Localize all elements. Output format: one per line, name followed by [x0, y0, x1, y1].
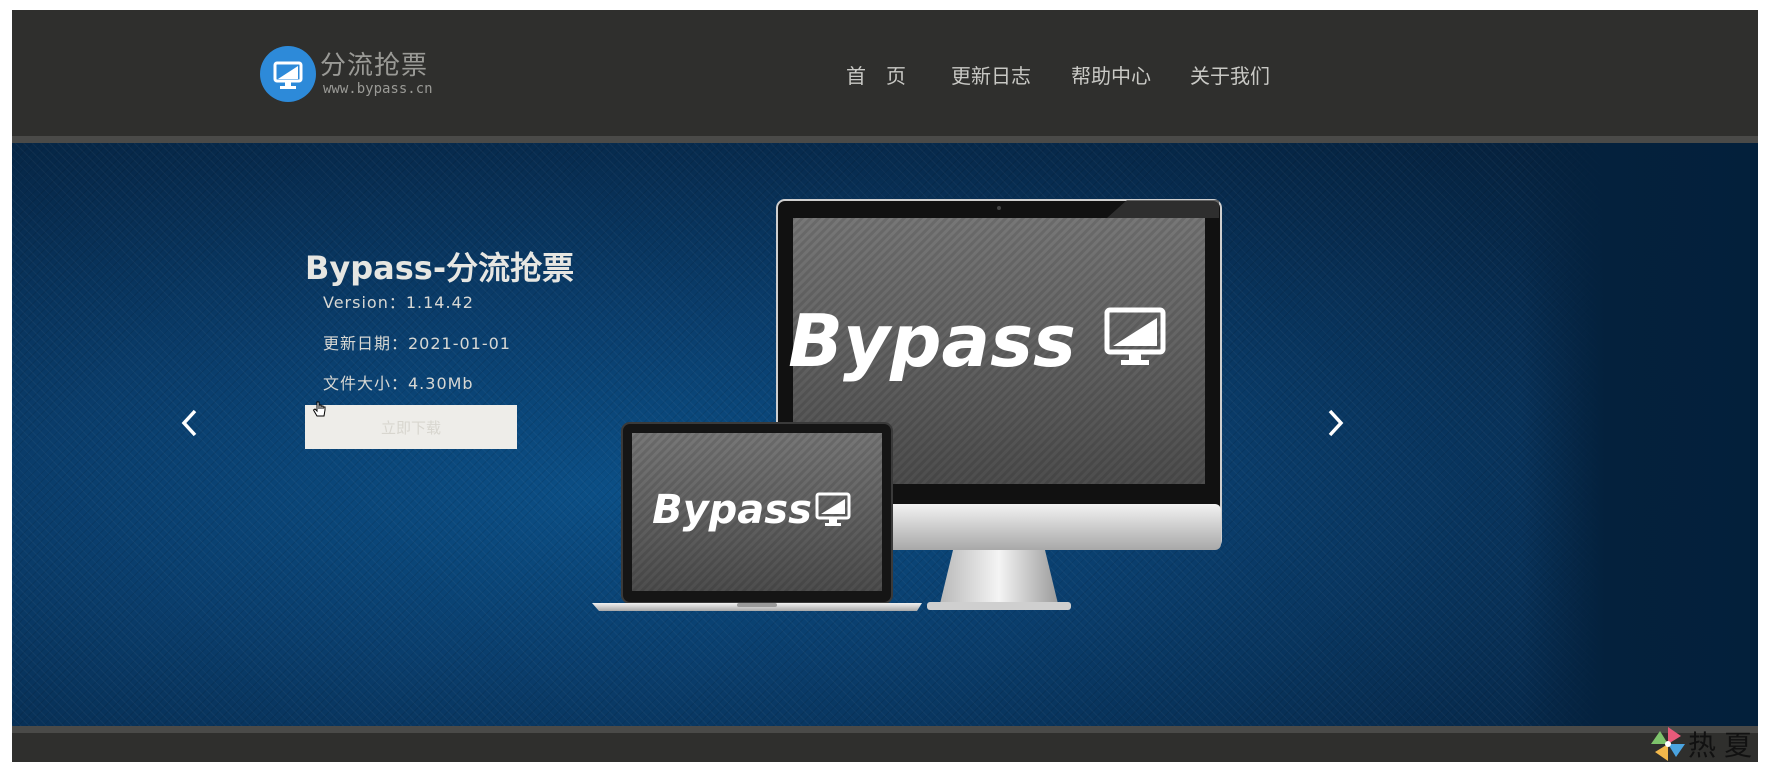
logo-title: 分流抢票 [320, 51, 429, 81]
nav-help-center[interactable]: 帮助中心 [1071, 60, 1151, 89]
footer-strip [12, 733, 1758, 762]
nav-home[interactable]: 首 页 [846, 60, 906, 89]
browser-viewport: 分流抢票 www.bypass.cn 首 页 更新日志 帮助中心 关于我们 By… [12, 10, 1758, 762]
hero-banner: Bypass Bypass Bypass-分流抢票 Version：1.14.4… [12, 143, 1758, 726]
header-divider [12, 136, 1758, 143]
laptop-screen-brand: Bypass [652, 487, 812, 533]
pinwheel-icon [1650, 727, 1685, 761]
nav-about-us[interactable]: 关于我们 [1190, 60, 1270, 89]
corner-text: 热夏 [1687, 729, 1760, 762]
version-text: Version：1.14.42 [323, 293, 474, 312]
device-illustration: Bypass Bypass [592, 199, 1222, 611]
update-date-text: 更新日期：2021-01-01 [323, 334, 511, 353]
product-title: Bypass-分流抢票 [305, 249, 575, 287]
banner-divider [12, 726, 1758, 733]
monitor-logo-icon [260, 46, 316, 102]
site-logo[interactable]: 分流抢票 www.bypass.cn [260, 46, 433, 102]
nav-changelog[interactable]: 更新日志 [951, 60, 1031, 89]
imac-screen-brand: Bypass [788, 299, 1076, 383]
chevron-left-icon[interactable] [175, 405, 203, 441]
file-size-text: 文件大小：4.30Mb [323, 374, 474, 393]
corner-watermark: 热夏 [1648, 724, 1760, 764]
logo-domain: www.bypass.cn [323, 81, 433, 97]
site-header: 分流抢票 www.bypass.cn 首 页 更新日志 帮助中心 关于我们 [12, 10, 1758, 136]
download-button[interactable]: 立即下载 [305, 405, 517, 449]
cursor-hand-icon [312, 401, 326, 417]
banner-edge-shade [1522, 143, 1758, 726]
chevron-right-icon[interactable] [1322, 405, 1350, 441]
